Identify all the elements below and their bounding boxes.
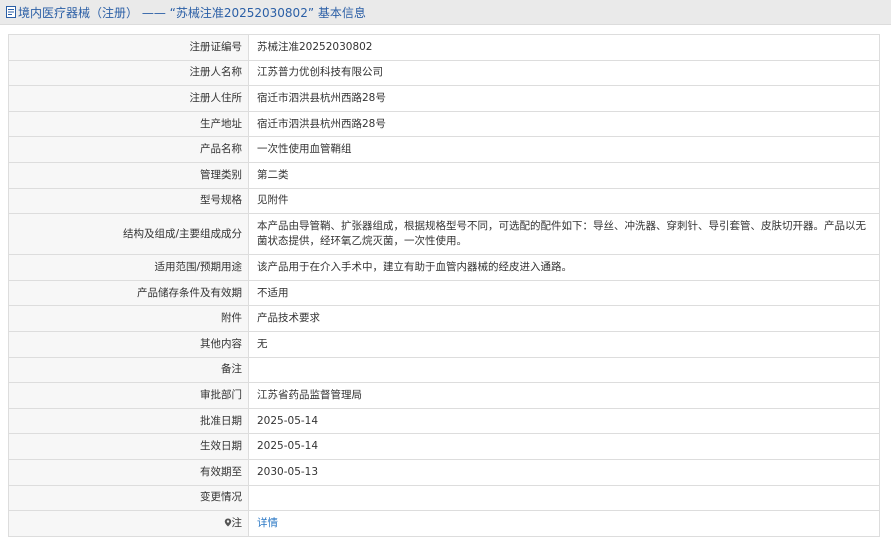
table-row: 其他内容 无	[8, 330, 880, 358]
table-row: 变更情况	[8, 484, 880, 512]
table-row: 型号规格 见附件	[8, 187, 880, 215]
table-row: 附件 产品技术要求	[8, 305, 880, 332]
field-label: 备注	[8, 356, 249, 384]
field-label: 注册证编号	[8, 34, 249, 61]
field-value: 一次性使用血管鞘组	[248, 136, 880, 163]
field-label: 附件	[8, 305, 249, 332]
field-value: 宿迁市泗洪县杭州西路28号	[248, 110, 880, 138]
page-title: 境内医疗器械（注册） —— “苏械注准20252030802” 基本信息	[18, 5, 366, 20]
field-value: 江苏普力优创科技有限公司	[248, 59, 880, 87]
table-row: 备注	[8, 356, 880, 384]
field-value: 无	[248, 330, 880, 358]
pin-icon	[224, 517, 232, 527]
field-value: 本产品由导管鞘、扩张器组成，根据规格型号不同，可选配的配件如下：导丝、冲洗器、穿…	[248, 213, 880, 256]
page-header: 境内医疗器械（注册） —— “苏械注准20252030802” 基本信息	[0, 0, 891, 25]
field-value: 2030-05-13	[248, 458, 880, 486]
field-value: 宿迁市泗洪县杭州西路28号	[248, 85, 880, 112]
field-label: 变更情况	[8, 484, 249, 512]
field-value: 不适用	[248, 279, 880, 307]
table-row: 有效期至 2030-05-13	[8, 458, 880, 486]
details-link[interactable]: 详情	[257, 517, 278, 529]
note-label: 注	[8, 510, 249, 537]
field-value: 江苏省药品监督管理局	[248, 382, 880, 409]
info-table: 注册证编号 苏械注准20252030802 注册人名称 江苏普力优创科技有限公司…	[8, 34, 880, 537]
field-value: 该产品用于在介入手术中，建立有助于血管内器械的经皮进入通路。	[248, 254, 880, 281]
field-value: 第二类	[248, 161, 880, 189]
table-row: 生产地址 宿迁市泗洪县杭州西路28号	[8, 110, 880, 138]
field-label: 管理类别	[8, 161, 249, 189]
field-label: 生产地址	[8, 110, 249, 138]
field-label: 结构及组成/主要组成成分	[8, 213, 249, 256]
field-label: 型号规格	[8, 187, 249, 215]
field-value	[248, 356, 880, 384]
field-label: 批准日期	[8, 407, 249, 435]
field-label: 产品名称	[8, 136, 249, 163]
field-value: 见附件	[248, 187, 880, 215]
field-label: 适用范围/预期用途	[8, 254, 249, 281]
field-label: 生效日期	[8, 433, 249, 460]
table-row: 注册证编号 苏械注准20252030802	[8, 34, 880, 61]
table-row: 管理类别 第二类	[8, 161, 880, 189]
field-value: 2025-05-14	[248, 407, 880, 435]
field-label: 注册人住所	[8, 85, 249, 112]
note-label-text: 注	[231, 516, 243, 529]
note-row: 注 详情	[8, 510, 880, 537]
table-row: 审批部门 江苏省药品监督管理局	[8, 382, 880, 409]
table-row: 产品名称 一次性使用血管鞘组	[8, 136, 880, 163]
field-label: 有效期至	[8, 458, 249, 486]
table-row: 注册人住所 宿迁市泗洪县杭州西路28号	[8, 85, 880, 112]
table-row: 结构及组成/主要组成成分 本产品由导管鞘、扩张器组成，根据规格型号不同，可选配的…	[8, 213, 880, 256]
field-label: 产品储存条件及有效期	[8, 279, 249, 307]
field-label: 注册人名称	[8, 59, 249, 87]
field-label: 其他内容	[8, 330, 249, 358]
table-row: 批准日期 2025-05-14	[8, 407, 880, 435]
field-label: 审批部门	[8, 382, 249, 409]
field-value: 苏械注准20252030802	[248, 34, 880, 61]
table-row: 产品储存条件及有效期 不适用	[8, 279, 880, 307]
table-row: 生效日期 2025-05-14	[8, 433, 880, 460]
field-value: 产品技术要求	[248, 305, 880, 332]
note-value: 详情	[248, 510, 880, 537]
document-icon	[6, 6, 16, 18]
field-value	[248, 484, 880, 512]
table-row: 注册人名称 江苏普力优创科技有限公司	[8, 59, 880, 87]
table-row: 适用范围/预期用途 该产品用于在介入手术中，建立有助于血管内器械的经皮进入通路。	[8, 254, 880, 281]
field-value: 2025-05-14	[248, 433, 880, 460]
